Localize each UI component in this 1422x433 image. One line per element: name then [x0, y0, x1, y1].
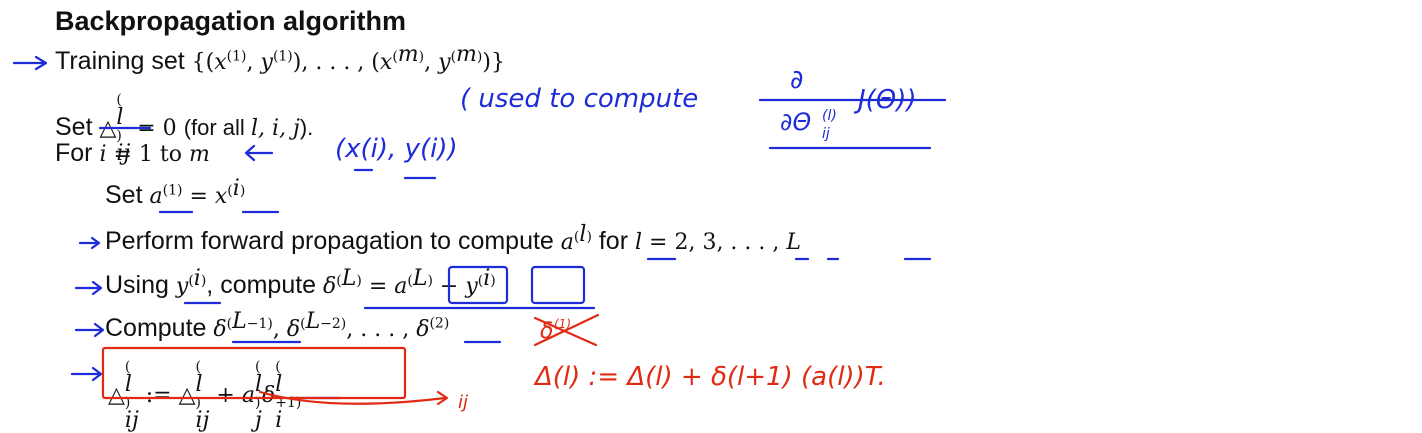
arrow-marker-compute	[74, 322, 105, 338]
box-y-i	[530, 265, 586, 305]
underline-xy	[353, 168, 437, 180]
box-a-L	[447, 265, 509, 305]
svg-text:∂Θ: ∂Θ	[780, 108, 811, 136]
arrow-marker-using	[74, 280, 103, 296]
underline-using	[183, 301, 596, 310]
svg-text:(l): (l)	[822, 108, 837, 124]
svg-text:ij: ij	[822, 126, 830, 142]
arrow-marker-accumulate	[70, 366, 103, 382]
svg-text:J(Θ)): J(Θ))	[853, 85, 917, 115]
arrow-marker-training	[12, 55, 48, 71]
pen-annotations: ∂ ∂Θ (l) ij J(Θ)) δ (1)	[12, 55, 947, 406]
box-update-rule	[101, 346, 407, 400]
arrow-after-m	[244, 144, 274, 162]
arrow-marker-forward	[78, 236, 101, 250]
svg-text:∂: ∂	[790, 65, 803, 95]
